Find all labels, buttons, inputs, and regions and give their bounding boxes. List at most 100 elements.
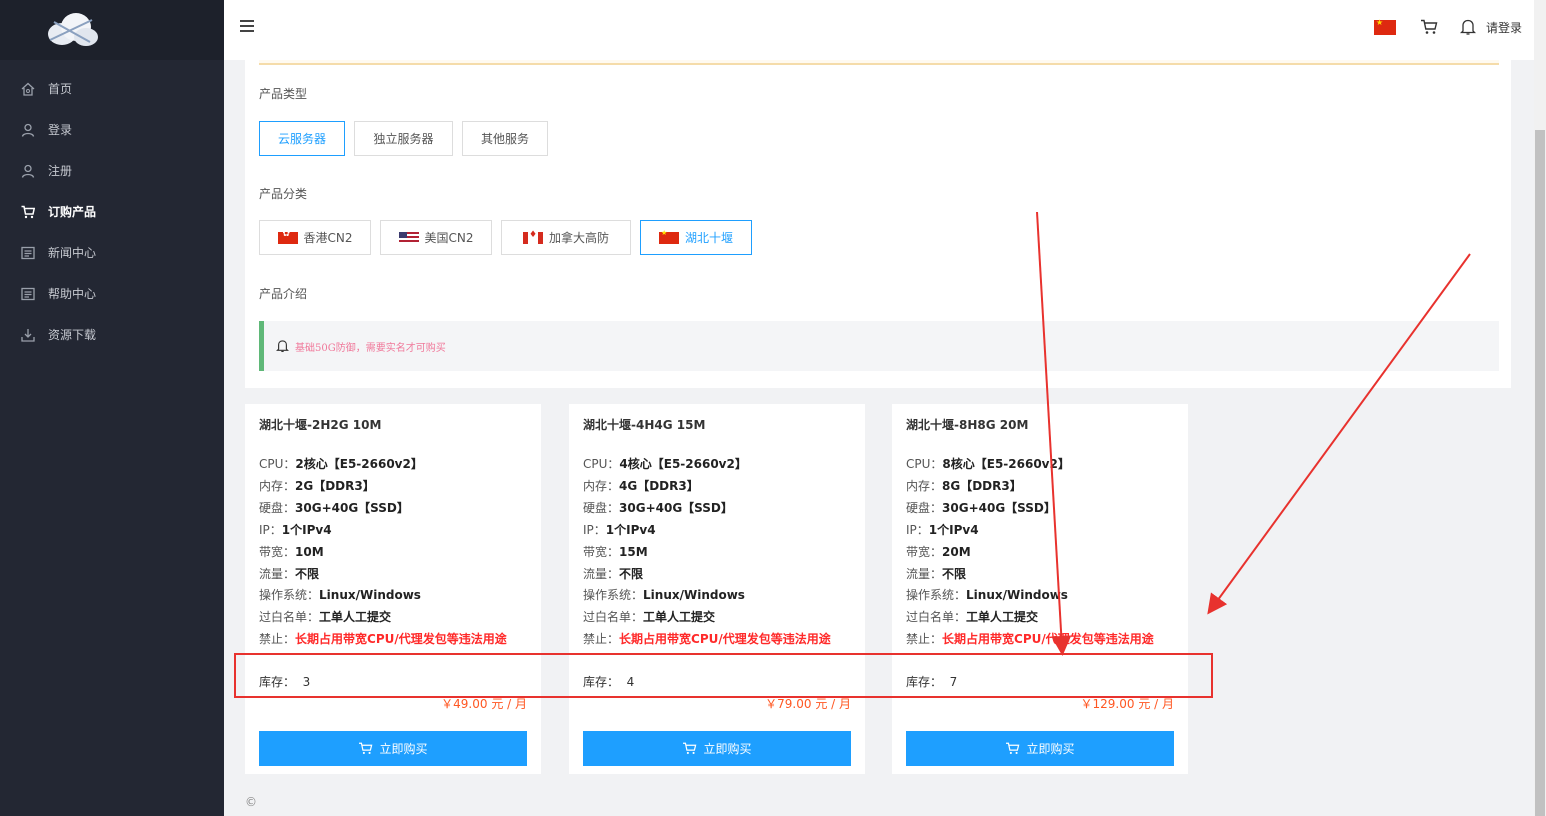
product-card: 湖北十堰-2H2G 10M CPU：2核心【E5-2660v2】 内存：2G【D… (245, 404, 541, 774)
product-price: ￥49.00 元 / 月 (441, 697, 527, 711)
spec-prohibited: 禁止：长期占用带宽CPU/代理发包等违法用途 (259, 632, 507, 646)
product-title: 湖北十堰-8H8G 20M (906, 418, 1029, 432)
spec-bandwidth: 带宽：10M (259, 545, 324, 559)
stock-count: 库存： 7 (906, 675, 958, 689)
stock-count: 库存： 3 (259, 675, 311, 689)
spec-cpu: CPU：2核心【E5-2660v2】 (259, 457, 423, 471)
sidebar-item-help[interactable]: 帮助中心 (0, 273, 224, 314)
download-icon (20, 327, 36, 343)
category-label: 美国CN2 (424, 231, 474, 245)
product-filter-panel: 产品类型 云服务器 独立服务器 其他服务 产品分类 香港CN2 美国CN2 加拿… (245, 60, 1511, 388)
hongkong-flag-icon (277, 229, 298, 244)
spec-os: 操作系统：Linux/Windows (906, 588, 1068, 602)
product-type-label: 产品类型 (259, 87, 308, 101)
spec-disk: 硬盘：30G+40G【SSD】 (906, 501, 1056, 515)
spec-os: 操作系统：Linux/Windows (259, 588, 421, 602)
category-label: 湖北十堰 (684, 231, 733, 245)
scrollbar-thumb[interactable] (1535, 130, 1545, 816)
sidebar-item-label: 订购产品 (48, 205, 97, 219)
language-flag-icon[interactable] (1373, 18, 1396, 35)
notice-text: 基础50G防御，需要实名才可购买 (295, 342, 446, 354)
product-type-cloud-server[interactable]: 云服务器 (259, 121, 345, 156)
spec-traffic: 流量：不限 (583, 567, 644, 581)
category-canada-ddos[interactable]: 加拿大高防 (501, 220, 631, 255)
sidebar-item-register[interactable]: 注册 (0, 150, 224, 191)
spec-bandwidth: 带宽：15M (583, 545, 648, 559)
product-intro-notice: 基础50G防御，需要实名才可购买 (259, 321, 1499, 371)
spec-prohibited: 禁止：长期占用带宽CPU/代理发包等违法用途 (906, 632, 1154, 646)
china-flag-icon (658, 229, 679, 244)
login-link[interactable]: 请登录 (1486, 19, 1522, 36)
spec-traffic: 流量：不限 (259, 567, 320, 581)
category-usa-cn2[interactable]: 美国CN2 (380, 220, 492, 255)
stock-count: 库存： 4 (583, 675, 635, 689)
sidebar-item-home[interactable]: 首页 (0, 68, 224, 109)
product-card: 湖北十堰-8H8G 20M CPU：8核心【E5-2660v2】 内存：8G【D… (892, 404, 1188, 774)
menu-toggle-icon[interactable] (240, 20, 254, 34)
category-label: 香港CN2 (303, 231, 353, 245)
spec-bandwidth: 带宽：20M (906, 545, 971, 559)
buy-now-button[interactable]: 立即购买 (259, 731, 527, 766)
cart-icon (1006, 742, 1020, 755)
spec-whitelist: 过白名单：工单人工提交 (259, 610, 392, 624)
product-title: 湖北十堰-2H2G 10M (259, 418, 382, 432)
product-price: ￥79.00 元 / 月 (765, 697, 851, 711)
spec-cpu: CPU：4核心【E5-2660v2】 (583, 457, 747, 471)
cloud-logo-icon (48, 13, 98, 46)
user-icon (20, 122, 36, 138)
product-type-dedicated-server[interactable]: 独立服务器 (354, 121, 453, 156)
top-alert-strip (259, 60, 1499, 65)
buy-now-button[interactable]: 立即购买 (906, 731, 1174, 766)
spec-traffic: 流量：不限 (906, 567, 967, 581)
product-type-group: 云服务器 独立服务器 其他服务 (259, 121, 557, 156)
footer-copyright: © (245, 795, 257, 809)
product-card: 湖北十堰-4H4G 15M CPU：4核心【E5-2660v2】 内存：4G【D… (569, 404, 865, 774)
news-icon (20, 245, 36, 261)
sidebar-item-label: 注册 (48, 164, 73, 178)
sidebar-item-label: 新闻中心 (48, 246, 97, 260)
spec-ip: IP：1个IPv4 (906, 523, 979, 537)
spec-memory: 内存：2G【DDR3】 (259, 479, 375, 493)
product-category-group: 香港CN2 美国CN2 加拿大高防 湖北十堰 (259, 220, 761, 255)
cart-icon[interactable] (1420, 19, 1438, 35)
sidebar-item-login[interactable]: 登录 (0, 109, 224, 150)
spec-os: 操作系统：Linux/Windows (583, 588, 745, 602)
spec-whitelist: 过白名单：工单人工提交 (583, 610, 716, 624)
user-plus-icon (20, 163, 36, 179)
spec-disk: 硬盘：30G+40G【SSD】 (259, 501, 409, 515)
product-category-label: 产品分类 (259, 187, 308, 201)
cart-icon (683, 742, 697, 755)
sidebar-item-label: 登录 (48, 123, 73, 137)
usa-flag-icon (398, 231, 419, 244)
home-icon (20, 81, 36, 97)
bell-icon[interactable] (1459, 18, 1476, 36)
category-label: 加拿大高防 (548, 231, 609, 245)
canada-flag-icon (522, 230, 543, 244)
sidebar-item-news[interactable]: 新闻中心 (0, 232, 224, 273)
sidebar-item-downloads[interactable]: 资源下载 (0, 314, 224, 355)
spec-ip: IP：1个IPv4 (259, 523, 332, 537)
spec-memory: 内存：4G【DDR3】 (583, 479, 699, 493)
category-hongkong-cn2[interactable]: 香港CN2 (259, 220, 371, 255)
page-scrollbar[interactable] (1534, 0, 1546, 816)
sidebar-item-label: 首页 (48, 82, 73, 96)
cloud-logo[interactable] (0, 0, 224, 60)
cart-icon (359, 742, 373, 755)
sidebar-item-label: 资源下载 (48, 328, 97, 342)
spec-memory: 内存：8G【DDR3】 (906, 479, 1022, 493)
bell-icon (276, 340, 289, 353)
top-header: 请登录 (224, 0, 1534, 60)
sidebar-item-order-products[interactable]: 订购产品 (0, 191, 224, 232)
buy-now-button[interactable]: 立即购买 (583, 731, 851, 766)
spec-prohibited: 禁止：长期占用带宽CPU/代理发包等违法用途 (583, 632, 831, 646)
product-price: ￥129.00 元 / 月 (1080, 697, 1174, 711)
product-type-other-services[interactable]: 其他服务 (462, 121, 548, 156)
product-intro-label: 产品介绍 (259, 287, 308, 301)
sidebar-item-label: 帮助中心 (48, 287, 97, 301)
sidebar: 首页 登录 注册 订购产品 新闻中心 帮助中心 资源下载 (0, 0, 224, 816)
spec-whitelist: 过白名单：工单人工提交 (906, 610, 1039, 624)
spec-ip: IP：1个IPv4 (583, 523, 656, 537)
spec-disk: 硬盘：30G+40G【SSD】 (583, 501, 733, 515)
category-hubei-shiyan[interactable]: 湖北十堰 (640, 220, 752, 255)
spec-cpu: CPU：8核心【E5-2660v2】 (906, 457, 1070, 471)
